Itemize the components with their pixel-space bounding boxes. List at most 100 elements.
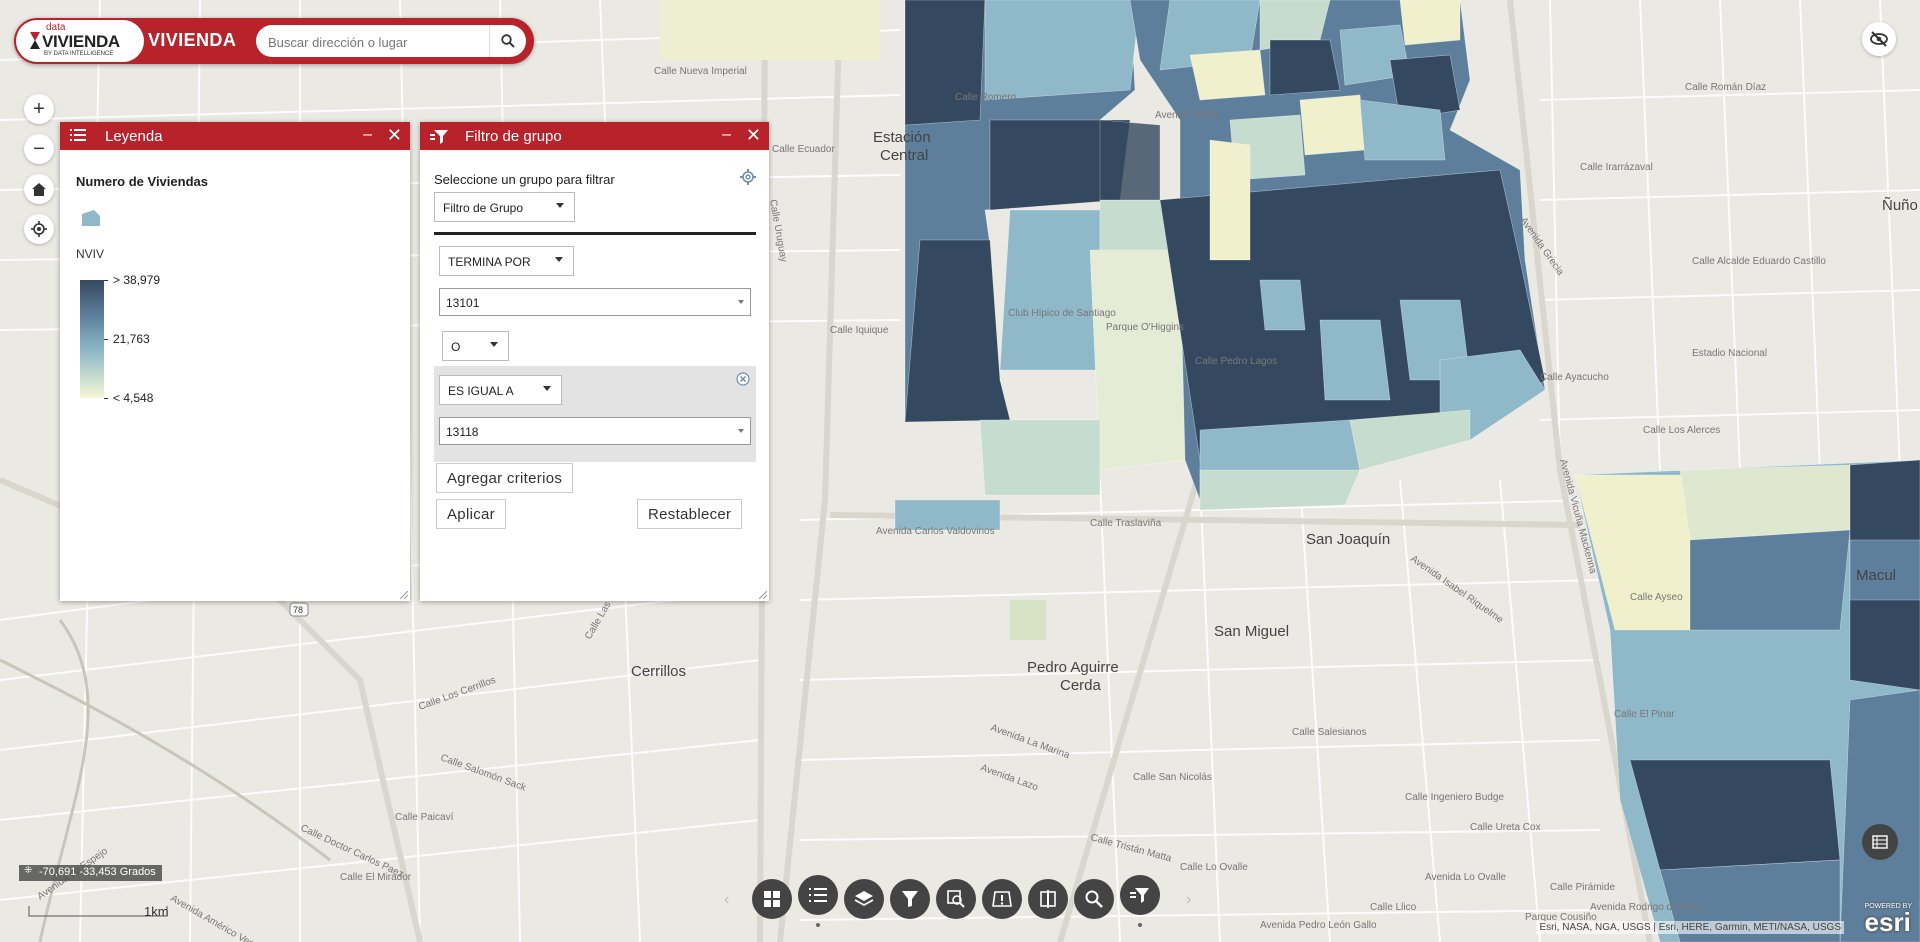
toolbar-filter-button[interactable]	[890, 879, 930, 919]
search-button[interactable]	[489, 25, 526, 57]
svg-text:Parque O'Higgins: Parque O'Higgins	[1106, 322, 1184, 333]
group-filter-icon	[1130, 888, 1149, 903]
list-icon	[70, 129, 86, 141]
polygon-symbol-icon	[82, 210, 100, 226]
logo-big-text: VIVIENDA	[42, 32, 120, 51]
home-button[interactable]	[24, 174, 54, 204]
grid-icon	[764, 891, 780, 907]
svg-text:Calle Traslaviña: Calle Traslaviña	[1090, 518, 1162, 529]
home-icon	[32, 182, 46, 196]
group-select-value: Filtro de Grupo	[443, 201, 524, 215]
operator-1-value: TERMINA POR	[448, 255, 531, 269]
zoom-out-button[interactable]: −	[24, 134, 54, 164]
app-title: VIVIENDA	[148, 30, 237, 50]
close-icon[interactable]: ✕	[387, 125, 402, 146]
esri-brand-text: esri	[1864, 907, 1911, 937]
toolbar-incident-button[interactable]	[982, 879, 1022, 919]
group-filter-panel: Filtro de grupo – ✕ Seleccione un grupo …	[420, 122, 769, 601]
map-label-pac-2: Cerda	[1060, 677, 1102, 694]
value-2: 13118	[446, 425, 479, 439]
legend-low-label: < 4,548	[113, 391, 154, 405]
toolbar-swipe-button[interactable]	[1028, 879, 1068, 919]
zoom-in-button[interactable]: +	[24, 94, 54, 124]
chevron-right-icon[interactable]: ›	[1186, 891, 1191, 909]
logic-dropdown[interactable]: O	[442, 331, 509, 361]
search-input[interactable]	[266, 25, 490, 57]
incident-icon	[992, 891, 1012, 907]
filter-panel-header[interactable]: Filtro de grupo – ✕	[420, 122, 769, 150]
caret-down-icon	[738, 429, 744, 433]
svg-text:Calle Nueva Imperial: Calle Nueva Imperial	[654, 66, 747, 77]
svg-text:Avenida Pedro León Gallo: Avenida Pedro León Gallo	[1260, 920, 1377, 931]
toolbar-group-filter-button[interactable]	[1120, 875, 1160, 915]
basemap-gallery-button[interactable]	[1862, 824, 1898, 860]
legend-field-name: NVIV	[76, 247, 105, 261]
plus-icon: +	[33, 97, 45, 120]
resize-grip-icon[interactable]	[400, 591, 408, 599]
svg-text:Club Hípico de Santiago: Club Hípico de Santiago	[1008, 308, 1116, 319]
query-icon	[947, 890, 965, 908]
toolbar-grid-button[interactable]	[752, 879, 792, 919]
remove-criteria-icon[interactable]	[736, 372, 750, 386]
table-icon	[1872, 835, 1888, 849]
svg-text:Calle Ecuador: Calle Ecuador	[772, 144, 835, 155]
legend-panel-header[interactable]: Leyenda – ✕	[60, 122, 410, 150]
apply-button[interactable]: Aplicar	[436, 499, 506, 529]
operator-2-value: ES IGUAL A	[448, 384, 514, 398]
scale-label: 1km	[144, 904, 169, 919]
svg-text:Calle Llico: Calle Llico	[1370, 902, 1417, 913]
divider	[434, 232, 756, 235]
svg-text:Calle San Nicolás: Calle San Nicolás	[1133, 772, 1212, 783]
legend-color-ramp	[80, 280, 104, 398]
legend-list-icon	[809, 888, 827, 902]
eye-slash-icon	[1870, 31, 1888, 47]
esri-logo[interactable]: POWERED BY esri	[1864, 903, 1912, 937]
app-logo[interactable]: data VIVIENDA BY DATA INTELLIGENCE	[16, 20, 144, 62]
search-box	[256, 25, 526, 57]
locate-button[interactable]	[24, 214, 54, 244]
toolbar-query-button[interactable]	[936, 879, 976, 919]
logo-sub-text: BY DATA INTELLIGENCE	[44, 51, 114, 57]
caret-down-icon	[490, 342, 498, 347]
locate-icon	[31, 221, 47, 237]
svg-text:Estadio Nacional: Estadio Nacional	[1692, 348, 1767, 359]
legend-layer-name: Numero de Viviendas	[76, 174, 208, 189]
group-select-dropdown[interactable]: Filtro de Grupo	[434, 192, 575, 222]
value-input-2[interactable]: 13118	[439, 417, 751, 445]
svg-text:Calle Ureta Cox: Calle Ureta Cox	[1470, 822, 1541, 833]
toolbar-search-button[interactable]	[1074, 879, 1114, 919]
add-criteria-button[interactable]: Agregar criterios	[436, 463, 574, 493]
svg-text:Avenida Rodrigo de Araya: Avenida Rodrigo de Araya	[1590, 902, 1706, 913]
operator-dropdown-2[interactable]: ES IGUAL A	[439, 375, 562, 405]
map-label-macul: Macul	[1856, 567, 1896, 584]
svg-text:Calle Alcalde Eduardo Castillo: Calle Alcalde Eduardo Castillo	[1692, 256, 1826, 267]
layers-icon	[854, 891, 874, 907]
legend-panel: Leyenda – ✕ Numero de Viviendas NVIV > 3…	[60, 122, 410, 601]
caret-down-icon	[555, 257, 563, 262]
coordinate-value: -70,691 -33,453 Grados	[39, 866, 156, 878]
header-bar: data VIVIENDA BY DATA INTELLIGENCE VIVIE…	[14, 18, 534, 64]
svg-text:Calle Salesianos: Calle Salesianos	[1292, 727, 1367, 738]
map-label-central: Central	[880, 147, 928, 164]
chevron-left-icon[interactable]: ‹	[724, 891, 729, 909]
map-label-cerrillos: Cerrillos	[631, 663, 686, 680]
hide-ui-button[interactable]	[1862, 22, 1896, 56]
svg-text:Avenida Matta: Avenida Matta	[1155, 110, 1219, 121]
reset-button[interactable]: Restablecer	[637, 499, 743, 529]
logic-value: O	[451, 340, 461, 354]
close-icon[interactable]: ✕	[746, 125, 761, 146]
minimize-icon[interactable]: –	[363, 126, 372, 144]
swipe-icon	[1040, 890, 1056, 908]
route-shield: 78	[293, 605, 303, 615]
coordinate-readout[interactable]: ⁜ -70,691 -33,453 Grados	[19, 865, 162, 881]
resize-grip-icon[interactable]	[759, 591, 767, 599]
operator-dropdown-1[interactable]: TERMINA POR	[439, 246, 574, 276]
toolbar-legend-button[interactable]	[798, 875, 838, 915]
toolbar-layers-button[interactable]	[844, 879, 884, 919]
svg-text:Calle Ayseo: Calle Ayseo	[1630, 592, 1683, 603]
minimize-icon[interactable]: –	[722, 126, 731, 144]
value-input-1[interactable]: 13101	[439, 288, 751, 316]
settings-gear-icon[interactable]	[740, 169, 756, 185]
svg-text:Calle Irarrázaval: Calle Irarrázaval	[1580, 162, 1653, 173]
svg-text:Calle Romero: Calle Romero	[955, 92, 1017, 103]
